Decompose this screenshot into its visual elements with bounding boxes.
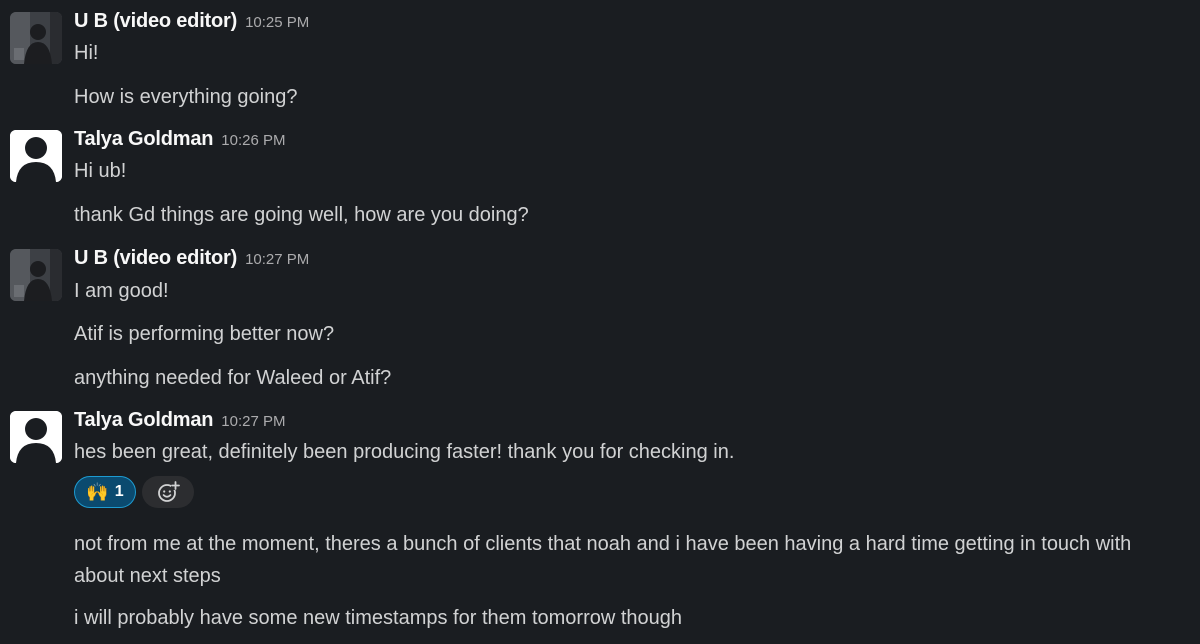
sender-line: Talya Goldman 10:26 PM [74,128,286,151]
sender-line: U B (video editor) 10:27 PM [74,247,309,270]
sender-name[interactable]: Talya Goldman [74,128,213,150]
message-text: I am good! [74,280,169,302]
sender-name[interactable]: U B (video editor) [74,247,237,269]
add-reaction-icon [158,481,180,502]
message-text: i will probably have some new timestamps… [74,607,683,629]
raised-hands-emoji: 🙌 [86,482,109,502]
timestamp[interactable]: 10:27 PM [221,413,285,430]
sender-line: Talya Goldman 10:27 PM [74,409,286,432]
default-user-avatar[interactable] [10,130,62,182]
sender-line: U B (video editor) 10:25 PM [74,10,309,33]
timestamp[interactable]: 10:27 PM [245,251,309,268]
message-text: hes been great, definitely been producin… [74,441,735,463]
message-text: not from me at the moment, theres a bunc… [74,533,1132,587]
sender-name[interactable]: Talya Goldman [74,409,213,431]
avatar-photo-icon [10,12,62,64]
sender-name[interactable]: U B (video editor) [74,10,237,32]
message-text: Hi ub! [74,160,127,182]
message-text: Atif is performing better now? [74,323,335,345]
reaction-pill[interactable]: 🙌 1 [74,476,136,508]
message-text: How is everything going? [74,86,298,108]
add-reaction-button[interactable] [142,476,194,508]
message-text: Hi! [74,42,99,64]
photo-avatar[interactable] [10,12,62,64]
avatar-photo-icon [10,249,62,301]
default-user-avatar[interactable] [10,411,62,463]
user-silhouette-icon [10,411,62,463]
message-text: anything needed for Waleed or Atif? [74,367,392,389]
photo-avatar[interactable] [10,249,62,301]
timestamp[interactable]: 10:25 PM [245,14,309,31]
timestamp[interactable]: 10:26 PM [221,132,285,149]
reaction-count: 1 [114,483,124,500]
message-text: thank Gd things are going well, how are … [74,204,529,226]
user-silhouette-icon [10,130,62,182]
